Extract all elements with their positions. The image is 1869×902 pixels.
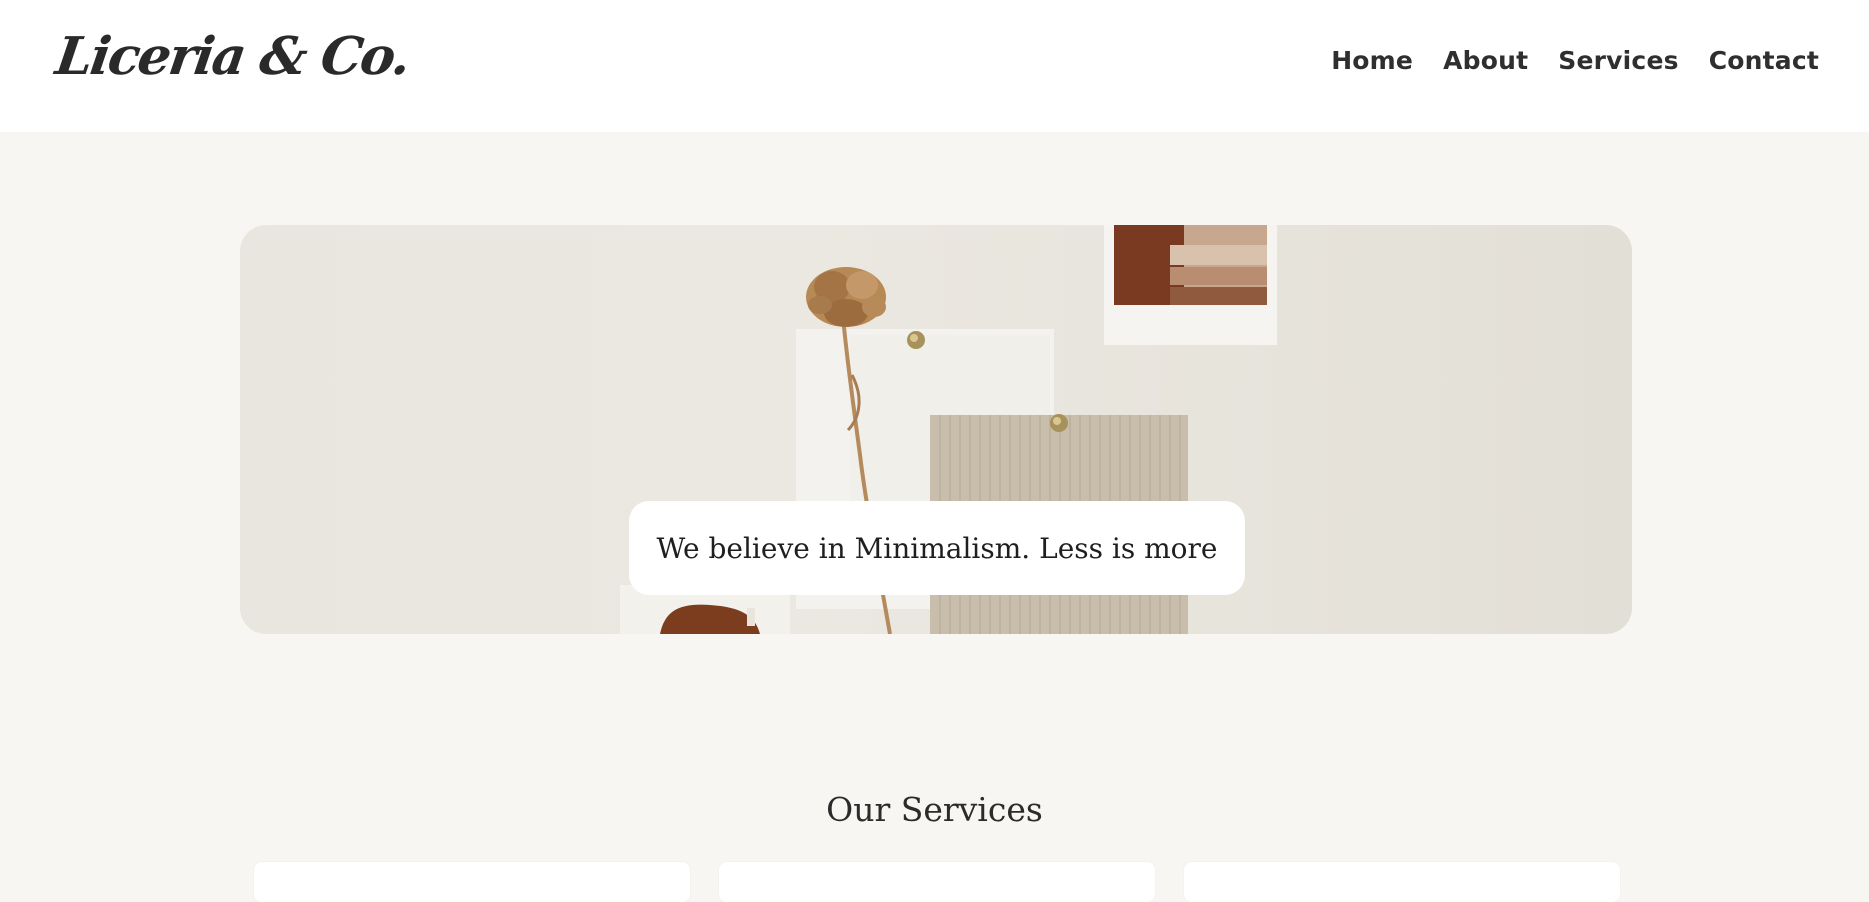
service-card[interactable] [719, 862, 1155, 902]
services-heading: Our Services [826, 790, 1043, 829]
nav-services-link[interactable]: Services [1558, 46, 1678, 75]
nav-home-link[interactable]: Home [1331, 46, 1413, 75]
hero-tagline: We believe in Minimalism. Less is more [656, 531, 1218, 565]
hero-tagline-box: We believe in Minimalism. Less is more [629, 501, 1245, 595]
dried-flower-head [806, 267, 886, 327]
site-header: Liceria & Co. Home About Services Contac… [0, 0, 1869, 132]
service-card[interactable] [1184, 862, 1620, 902]
service-card[interactable] [254, 862, 690, 902]
site-logo[interactable]: Liceria & Co. [52, 26, 413, 87]
main-nav: Home About Services Contact [1331, 46, 1819, 75]
nav-about-link[interactable]: About [1443, 46, 1528, 75]
hero-banner: We believe in Minimalism. Less is more [240, 225, 1632, 634]
nav-contact-link[interactable]: Contact [1709, 46, 1819, 75]
